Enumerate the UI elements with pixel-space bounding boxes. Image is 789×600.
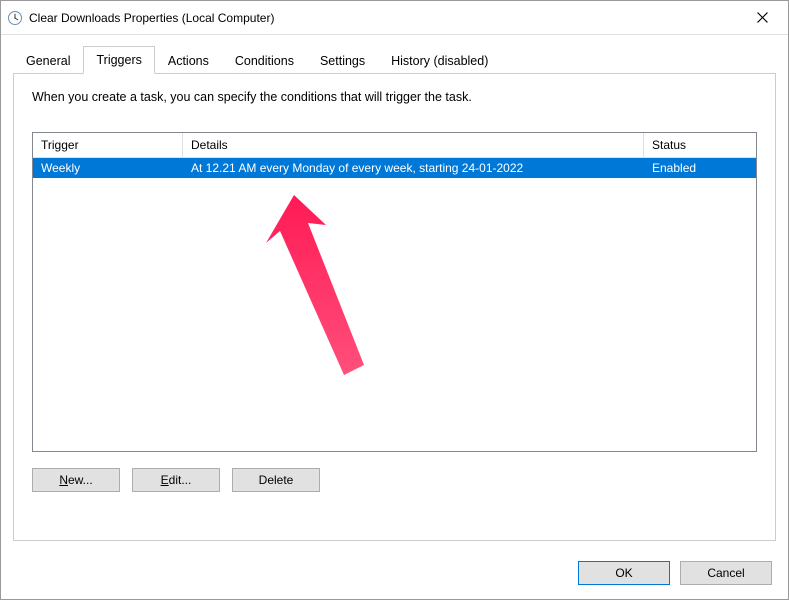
triggers-list[interactable]: Trigger Details Status Weekly At 12.21 A… [32, 132, 757, 452]
tab-strip: General Triggers Actions Conditions Sett… [13, 45, 776, 74]
ok-button[interactable]: OK [578, 561, 670, 585]
clock-icon [7, 10, 23, 26]
list-body: Weekly At 12.21 AM every Monday of every… [33, 158, 756, 451]
tab-conditions[interactable]: Conditions [222, 47, 307, 74]
cell-trigger: Weekly [33, 158, 183, 178]
tab-triggers[interactable]: Triggers [83, 46, 154, 74]
tab-panel-triggers: When you create a task, you can specify … [13, 74, 776, 541]
action-button-row: New... Edit... Delete [32, 468, 757, 492]
new-button[interactable]: New... [32, 468, 120, 492]
content-area: General Triggers Actions Conditions Sett… [1, 35, 788, 551]
list-header: Trigger Details Status [33, 133, 756, 158]
col-header-status[interactable]: Status [644, 133, 756, 157]
window-title: Clear Downloads Properties (Local Comput… [29, 11, 742, 25]
tab-settings[interactable]: Settings [307, 47, 378, 74]
dialog-footer: OK Cancel [1, 551, 788, 599]
tab-actions[interactable]: Actions [155, 47, 222, 74]
close-button[interactable] [742, 4, 782, 32]
cancel-button[interactable]: Cancel [680, 561, 772, 585]
cell-details: At 12.21 AM every Monday of every week, … [183, 158, 644, 178]
col-header-trigger[interactable]: Trigger [33, 133, 183, 157]
tab-history[interactable]: History (disabled) [378, 47, 501, 74]
tab-general[interactable]: General [13, 47, 83, 74]
cell-status: Enabled [644, 158, 756, 178]
trigger-row[interactable]: Weekly At 12.21 AM every Monday of every… [33, 158, 756, 178]
intro-text: When you create a task, you can specify … [32, 90, 757, 104]
dialog-window: Clear Downloads Properties (Local Comput… [0, 0, 789, 600]
col-header-details[interactable]: Details [183, 133, 644, 157]
delete-button[interactable]: Delete [232, 468, 320, 492]
titlebar: Clear Downloads Properties (Local Comput… [1, 1, 788, 35]
edit-button[interactable]: Edit... [132, 468, 220, 492]
